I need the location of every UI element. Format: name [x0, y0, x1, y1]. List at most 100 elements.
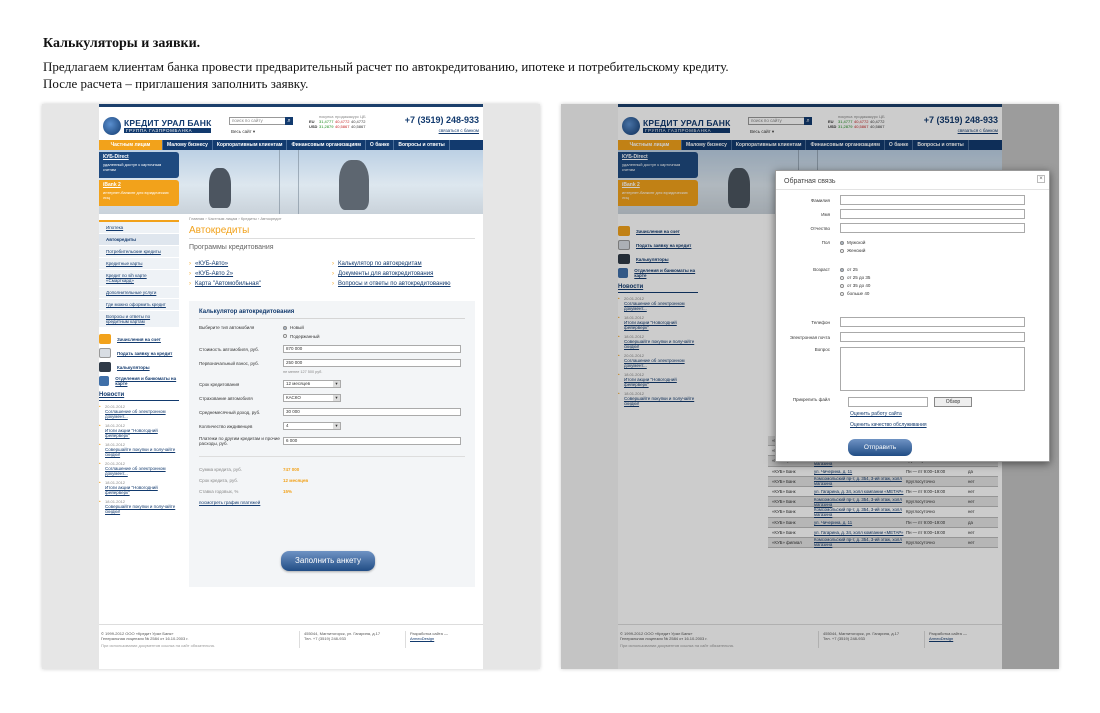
other-label: Платежи по другим кредитам и прочие расх…	[199, 436, 280, 446]
program-link[interactable]: Карта "Автомобильная"	[189, 281, 332, 287]
dependents-select[interactable]: 4 ▾	[283, 422, 341, 430]
news-item[interactable]: 18.01.2012Итоги акции "Новогодний фейерв…	[99, 423, 179, 438]
form-icon	[99, 348, 111, 358]
service-link[interactable]: Подать заявку на кредит	[117, 351, 172, 356]
news-item[interactable]: 20.01.2012Соглашение об электронном доку…	[99, 404, 179, 419]
name-field[interactable]	[840, 209, 1025, 219]
news-title[interactable]: Новости	[99, 392, 179, 401]
age-radio[interactable]: от 25	[840, 267, 870, 272]
rate-site-link[interactable]: Оценить работу сайта	[850, 411, 902, 417]
submit-button[interactable]: Отправить	[848, 439, 912, 456]
attach-label: Прикрепить файл	[792, 397, 830, 402]
sidebar-item[interactable]: Ипотека	[99, 222, 179, 234]
term-select[interactable]: 12 месяцев ▾	[283, 380, 341, 388]
age-radio[interactable]: от 35 до 40	[840, 283, 870, 288]
folder-icon	[99, 334, 111, 344]
banner: КУБ-Direct удаленный доступ к карточным с…	[99, 150, 483, 214]
program-link[interactable]: Документы для автокредитования	[332, 271, 475, 277]
breadcrumb[interactable]: Главная › Частным лицам › Кредиты › Авто…	[189, 216, 475, 221]
fill-application-button[interactable]: Заполнить анкету	[281, 551, 375, 571]
banner-worker-image	[209, 168, 231, 208]
program-link[interactable]: «КУБ-Авто»	[189, 261, 332, 267]
intro-line-2: После расчета – приглашения заполнить за…	[43, 76, 309, 91]
sidebar-item-current[interactable]: Автокредиты	[99, 234, 179, 246]
payment-schedule-link[interactable]: посмотреть график платежей	[199, 500, 465, 505]
news-item[interactable]: 18.01.2012Совершайте покупки и получайте…	[99, 442, 179, 457]
program-link[interactable]: «КУБ-Авто 2»	[189, 271, 332, 277]
news-item[interactable]: 18.01.2012Итоги акции "Новогодний фейерв…	[99, 480, 179, 495]
file-input[interactable]	[848, 397, 928, 407]
sidebar-item[interactable]: Кредитные карты	[99, 258, 179, 270]
income-label: Среднемесячный доход, руб.	[199, 409, 261, 415]
down-payment-hint: не менее 127 500 руб.	[283, 370, 323, 374]
intro-title: Калькуляторы и заявки.	[43, 36, 201, 51]
screenshot-feedback: КРЕДИТ УРАЛ БАНК ГРУППА ГАЗПРОМБАНКА пои…	[561, 104, 1059, 669]
calculator-icon	[99, 362, 111, 372]
age-radio[interactable]: больше 40	[840, 291, 870, 296]
other-payments-input[interactable]: 6 000	[283, 437, 461, 445]
contact-bank-link[interactable]: связаться с банком	[439, 128, 479, 133]
age-radio[interactable]: от 25 до 35	[840, 275, 870, 280]
banner-card-kub-direct[interactable]: КУБ-Direct удаленный доступ к карточным с…	[99, 152, 179, 178]
surname-field[interactable]	[840, 195, 1025, 205]
footer-dev-link[interactable]: ArmeoDesign	[410, 636, 448, 641]
sum-label: Сумма кредита, руб.	[199, 467, 242, 472]
logo-emblem-icon	[103, 117, 121, 135]
phone-field[interactable]	[840, 317, 1025, 327]
service-link[interactable]: Калькуляторы	[117, 365, 150, 370]
gender-female-radio[interactable]: Женский	[840, 248, 865, 253]
news-item[interactable]: 20.01.2012Соглашение об электронном доку…	[99, 461, 179, 476]
nav-small-business[interactable]: Малому бизнесу	[163, 140, 213, 150]
car-new-radio[interactable]: Новый	[283, 325, 304, 330]
car-cost-input[interactable]: 870 000	[283, 345, 461, 353]
loan-term-value: 12 месяцев	[283, 478, 309, 483]
sidebar: Ипотека Автокредиты Потребительские кред…	[99, 220, 179, 518]
banner-card-ibank[interactable]: iBank 2 интернет-банкинг для юридических …	[99, 180, 179, 206]
nav-corporate[interactable]: Корпоративным клиентам	[213, 140, 288, 150]
chevron-down-icon: ▾	[333, 395, 340, 401]
sidebar-item[interactable]: Потребительские кредиты	[99, 246, 179, 258]
news-block: Новости 20.01.2012Соглашение об электрон…	[99, 392, 179, 514]
bank-logo[interactable]: КРЕДИТ УРАЛ БАНК ГРУППА ГАЗПРОМБАНКА	[103, 117, 212, 135]
screenshot-calculator: КРЕДИТ УРАЛ БАНК ГРУППА ГАЗПРОМБАНКА пои…	[42, 104, 540, 669]
insurance-label: Страхование автомобиля	[199, 395, 253, 401]
email-field[interactable]	[840, 332, 1025, 342]
sidebar-item[interactable]: Где можно оформить кредит	[99, 299, 179, 311]
intro: Калькуляторы и заявки. Предлагаем клиент…	[43, 36, 729, 92]
sidebar-item[interactable]: Дополнительные услуги	[99, 287, 179, 299]
calculator-title: Калькулятор автокредитования	[199, 309, 465, 319]
patronymic-field[interactable]	[840, 223, 1025, 233]
nav-faq[interactable]: Вопросы и ответы	[394, 140, 450, 150]
question-textarea[interactable]	[840, 347, 1025, 391]
search-input[interactable]: поиск по сайту	[229, 117, 293, 125]
down-label: Первоначальный взнос, руб.	[199, 360, 259, 366]
program-link[interactable]: Вопросы и ответы по автокредитованию	[332, 281, 475, 287]
feedback-modal: Обратная связь × Фамилия Имя Отчество По…	[775, 170, 1050, 462]
nav-about[interactable]: О банке	[366, 140, 395, 150]
insurance-select[interactable]: КАСКО ▾	[283, 394, 341, 402]
cost-label: Стоимость автомобиля, руб.	[199, 346, 259, 352]
logo-sub: ГРУППА ГАЗПРОМБАНКА	[124, 128, 212, 133]
car-used-radio[interactable]: Подержанный	[283, 334, 320, 339]
news-item[interactable]: 18.01.2012Совершайте покупки и получайте…	[99, 499, 179, 514]
nav-financial[interactable]: Финансовым организациям	[287, 140, 366, 150]
gender-male-radio[interactable]: Мужской	[840, 240, 865, 245]
close-icon[interactable]: ×	[1037, 175, 1045, 183]
down-payment-input[interactable]: 250 000	[283, 359, 461, 367]
loan-sum-value: 747 000	[283, 467, 300, 472]
nav-private[interactable]: Частным лицам	[99, 140, 163, 150]
service-link[interactable]: Отделения и банкоматы на карте	[115, 376, 179, 386]
chevron-down-icon: ▾	[333, 423, 340, 429]
car-type-label: Выберите тип автомобиля	[199, 325, 255, 330]
intro-line-1: Предлагаем клиентам банка провести предв…	[43, 59, 729, 74]
sidebar-item[interactable]: Вопросы и ответы по кредитным картам	[99, 311, 179, 328]
program-link[interactable]: Калькулятор по автокредитам	[332, 261, 475, 267]
income-input[interactable]: 30 000	[283, 408, 461, 416]
name-label: Имя	[821, 211, 830, 217]
service-link[interactable]: Зачисления на счет	[117, 337, 161, 342]
rate-service-link[interactable]: Оценить качество обслуживания	[850, 422, 927, 428]
browse-button[interactable]: Обзор	[934, 397, 972, 407]
sidebar-item[interactable]: Кредит по sih карте «Смарткард»	[99, 270, 179, 287]
search-scope[interactable]: Весь сайт ▾	[231, 129, 255, 135]
search-icon[interactable]: ⌕	[285, 117, 293, 125]
